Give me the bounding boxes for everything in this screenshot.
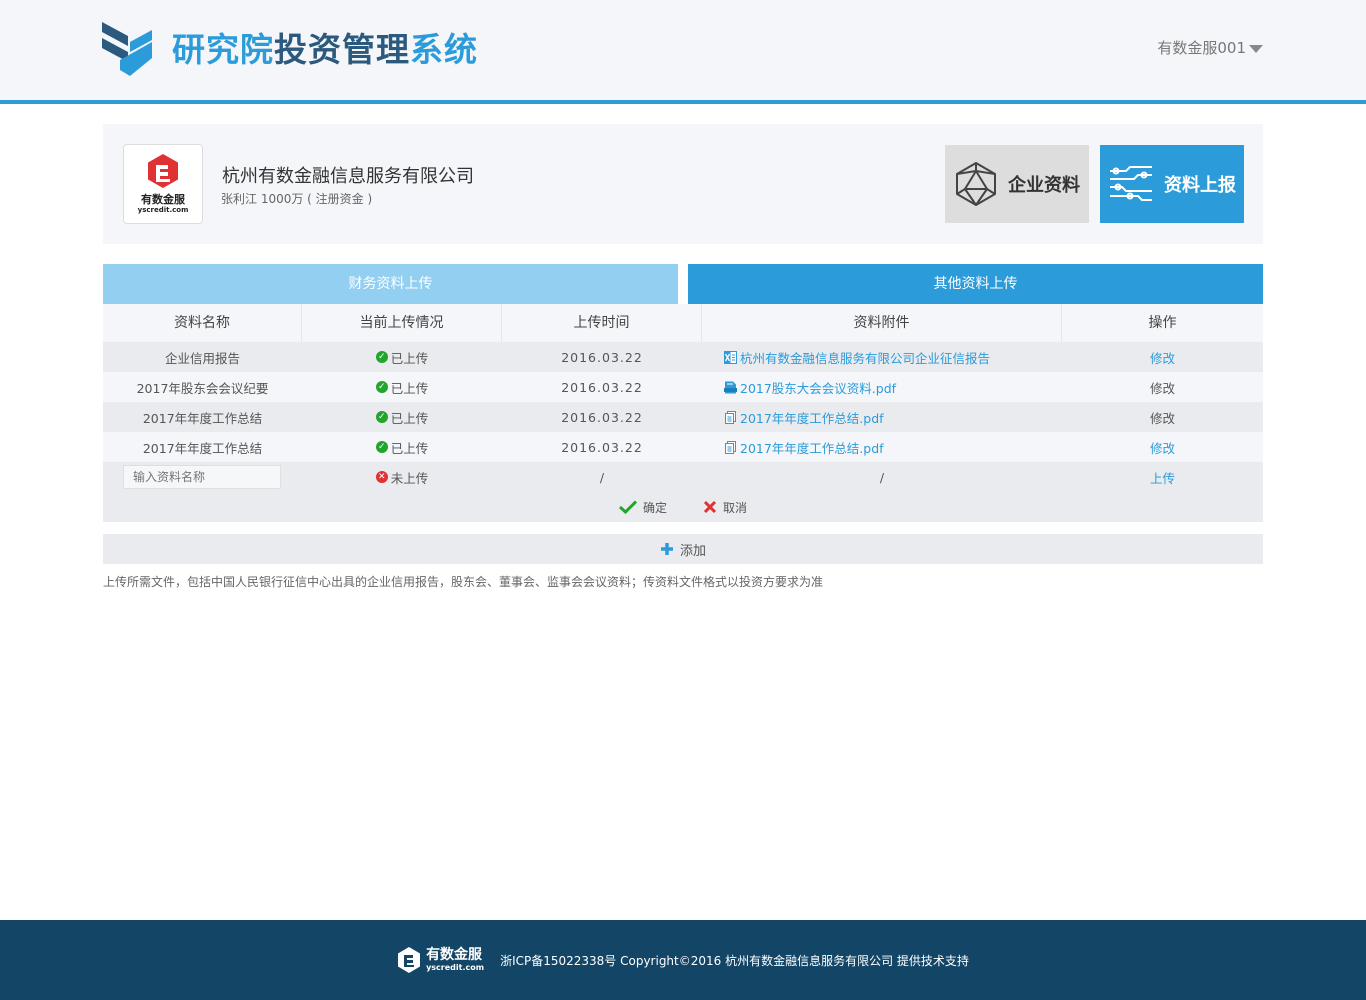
attachment-name: 杭州有数金融信息服务有限公司企业征信报告 [740,350,991,366]
upload-button[interactable]: 上传 [1062,468,1263,487]
row-time: 2016.03.22 [561,439,643,455]
column-header-time: 上传时间 [502,304,702,342]
company-logo-domain: yscredit.com [137,206,189,214]
company-card: 有数金服 yscredit.com 杭州有数金融信息服务有限公司 张利江 100… [103,124,1263,244]
check-circle-icon: ✓ [375,441,388,454]
company-name: 杭州有数金融信息服务有限公司 [222,166,474,187]
footer-logo-name: 有数金服 [426,947,483,963]
edit-button[interactable]: 修改 [1062,408,1263,427]
caret-down-icon [1249,44,1263,53]
app-title: 研究院投资管理系统 [172,28,478,72]
row-name: 企业信用报告 [164,350,240,366]
table-row: 企业信用报告 ✓ 已上传 2016.03.22 杭州有数金融信息服务有限公司企业征… [103,342,1263,372]
edit-button[interactable]: 修改 [1062,438,1263,457]
upload-tabs: 财务资料上传 其他资料上传 [103,264,1263,304]
upload-table: 资料名称 当前上传情况 上传时间 资料附件 操作 企业信用报告 ✓ 已上传 201… [103,304,1263,522]
row-time: 2016.03.22 [561,379,643,395]
status-text: 已上传 [390,440,429,456]
row-time: 2016.03.22 [561,409,643,425]
status-text: 已上传 [390,350,429,366]
app-header: 研究院投资管理系统 有数金服001 [0,0,1366,104]
company-info: 张利江 1000万 ( 注册资金 ) [221,192,373,206]
cancel-label: 取消 [723,500,748,515]
data-report-label: 资料上报 [1164,175,1236,196]
check-circle-icon: ✓ [375,411,388,424]
row-status: ✓ 已上传 [302,407,502,427]
checkmark-icon [618,500,637,514]
status-text: 已上传 [390,380,429,396]
company-profile-label: 企业资料 [1008,175,1080,196]
user-menu[interactable]: 有数金服001 [1157,37,1263,58]
attachment-name: / [879,469,885,485]
document-file-icon [725,440,736,454]
tab-financial-upload[interactable]: 财务资料上传 [103,264,678,304]
confirm-label: 确定 [642,500,667,515]
check-circle-icon: ✓ [375,381,388,394]
company-logo-name: 有数金服 [141,193,185,206]
row-time: 2016.03.22 [561,349,643,365]
edit-button[interactable]: 修改 [1062,378,1263,397]
row-attachment-link[interactable]: 杭州有数金融信息服务有限公司企业征信报告 [702,348,1062,367]
add-label: 添加 [679,543,706,559]
plus-icon [660,543,673,555]
company-profile-button[interactable]: 企业资料 [945,145,1089,223]
app-title-part3: 系统 [410,30,478,69]
upload-note: 上传所需文件，包括中国人民银行征信中心出具的企业信用报告，股东会、董事会、监事会… [103,575,824,589]
cancel-button[interactable]: 取消 [703,499,747,516]
item-name-input[interactable] [123,465,281,489]
row-attachment-link[interactable]: 2017年年度工作总结.pdf [702,408,1062,427]
row-attachment-link[interactable]: 2017股东大会会议资料.pdf [702,378,1062,397]
tab-other-upload[interactable]: 其他资料上传 [688,264,1263,304]
table-row: 2017年股东会会议纪要 ✓ 已上传 2016.03.22 2017股东大会会议资… [103,372,1263,402]
row-time: / [599,469,605,485]
app-title-part1: 研究院 [172,30,274,69]
footer-logo: 有数金服 yscredit.com [397,946,484,974]
excel-file-icon [724,350,737,364]
column-header-attachment: 资料附件 [702,304,1062,342]
confirm-button[interactable]: 确定 [618,499,667,516]
table-header: 资料名称 当前上传情况 上传时间 资料附件 操作 [103,304,1263,342]
polyhedron-icon [956,162,996,206]
document-file-icon [725,410,736,424]
row-name: 2017年年度工作总结 [142,440,263,456]
row-status: ✕ 未上传 [302,467,502,487]
data-report-button[interactable]: 资料上报 [1100,145,1244,223]
column-header-action: 操作 [1148,315,1177,331]
close-icon [703,500,717,514]
row-status: ✓ 已上传 [302,347,502,367]
row-attachment: / [702,470,1062,485]
table-row: 2017年年度工作总结 ✓ 已上传 2016.03.22 2017年年度工作总结.… [103,432,1263,462]
x-circle-icon: ✕ [375,471,388,484]
footer: 有数金服 yscredit.com 浙ICP备15022338号 Copyrig… [0,920,1366,1000]
column-header-name: 资料名称 [103,304,302,342]
new-item-row: ✕未上传 / / 上传 [103,462,1263,492]
row-attachment-link[interactable]: 2017年年度工作总结.pdf [702,438,1062,457]
app-title-part2: 投资管理 [274,30,410,69]
row-status: ✓ 已上传 [302,437,502,457]
attachment-name: 2017年年度工作总结.pdf [740,410,884,426]
new-item-name-cell [103,465,302,489]
pdf-file-icon [724,381,737,393]
footer-logo-icon [398,947,421,973]
check-circle-icon: ✓ [375,351,388,364]
add-item-button[interactable]: 添加 [103,534,1263,564]
row-status: ✓ 已上传 [302,377,502,397]
row-name: 2017年股东会会议纪要 [136,380,269,396]
user-name: 有数金服001 [1157,39,1246,57]
company-logo-icon [148,154,178,188]
status-text: 已上传 [390,410,429,426]
footer-copyright: 浙ICP备15022338号 Copyright©2016 杭州有数金融信息服务… [500,953,969,968]
table-row: 2017年年度工作总结 ✓ 已上传 2016.03.22 2017年年度工作总结.… [103,402,1263,432]
column-header-status: 当前上传情况 [302,304,502,342]
edit-button[interactable]: 修改 [1062,348,1263,367]
row-name: 2017年年度工作总结 [142,410,263,426]
app-logo-icon [102,22,152,76]
company-logo: 有数金服 yscredit.com [123,144,203,224]
confirm-row: 确定 取消 [103,492,1263,522]
attachment-name: 2017年年度工作总结.pdf [740,440,884,456]
status-text: 未上传 [390,470,429,486]
footer-logo-domain: yscredit.com [426,963,485,972]
circuit-lines-icon [1110,166,1152,201]
attachment-name: 2017股东大会会议资料.pdf [740,380,897,396]
